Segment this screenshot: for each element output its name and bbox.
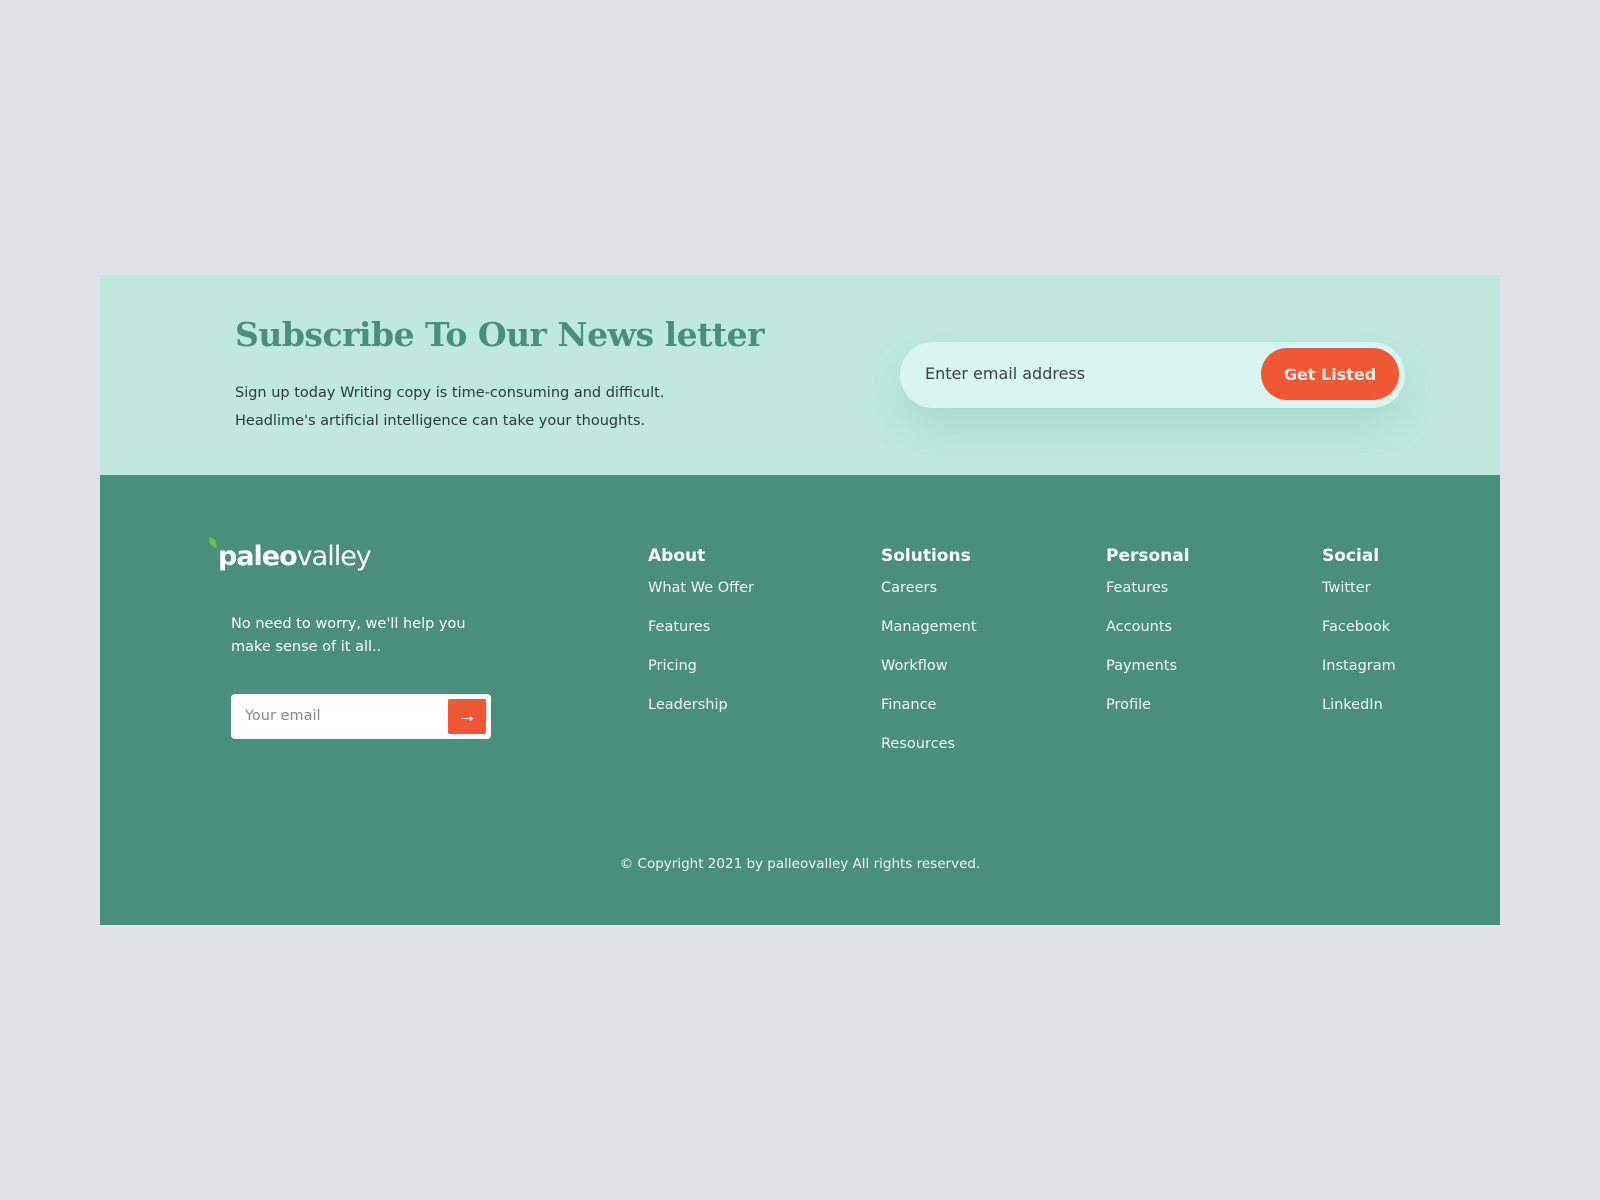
- footer-link[interactable]: Instagram: [1322, 658, 1396, 697]
- column-heading: Personal: [1106, 546, 1190, 566]
- logo-bold: paleo: [218, 541, 298, 572]
- get-listed-button[interactable]: Get Listed: [1261, 348, 1399, 400]
- logo[interactable]: paleovalley: [206, 536, 372, 572]
- logo-light: valley: [296, 541, 372, 572]
- footer-link[interactable]: Leadership: [648, 697, 754, 736]
- footer-column-solutions: Solutions Careers Management Workflow Financ…: [881, 546, 977, 775]
- column-heading: About: [648, 546, 706, 566]
- footer-link[interactable]: Resources: [881, 736, 977, 775]
- footer-column-personal: Personal Features Accounts Payments Profile: [1106, 546, 1190, 736]
- footer-link[interactable]: Features: [1106, 580, 1190, 619]
- newsletter-description: Sign up today Writing copy is time-consu…: [235, 379, 664, 435]
- footer-link[interactable]: Careers: [881, 580, 977, 619]
- footer-column-about: About What We Offer Features Pricing Leaders…: [648, 546, 754, 736]
- footer-link[interactable]: Finance: [881, 697, 977, 736]
- footer-link[interactable]: Profile: [1106, 697, 1190, 736]
- footer-link[interactable]: What We Offer: [648, 580, 754, 619]
- submit-email-button[interactable]: →: [448, 699, 486, 734]
- copyright: © Copyright 2021 by palleovalley All rig…: [619, 856, 981, 872]
- newsletter-email-input[interactable]: Enter email address: [925, 364, 1085, 383]
- description-line: Headlime's artificial intelligence can t…: [235, 413, 646, 429]
- newsletter-form: Enter email address Get Listed: [900, 342, 1405, 408]
- footer: paleovalley No need to worry, we'll help…: [100, 475, 1500, 925]
- footer-column-social: Social Twitter Facebook Instagram LinkedIn: [1322, 546, 1396, 736]
- footer-link[interactable]: Twitter: [1322, 580, 1396, 619]
- footer-link[interactable]: Payments: [1106, 658, 1190, 697]
- footer-email-input[interactable]: Your email: [245, 708, 321, 724]
- footer-link[interactable]: Facebook: [1322, 619, 1396, 658]
- footer-link[interactable]: Features: [648, 619, 754, 658]
- footer-link[interactable]: Workflow: [881, 658, 977, 697]
- footer-link[interactable]: Accounts: [1106, 619, 1190, 658]
- column-heading: Solutions: [881, 546, 971, 566]
- newsletter-title: Subscribe To Our News letter: [235, 315, 764, 354]
- column-heading: Social: [1322, 546, 1380, 566]
- newsletter-section: Subscribe To Our News letter Sign up tod…: [100, 275, 1500, 475]
- description-line: Sign up today Writing copy is time-consu…: [235, 385, 665, 401]
- footer-link[interactable]: Pricing: [648, 658, 754, 697]
- arrow-right-icon: →: [457, 705, 477, 727]
- footer-link[interactable]: LinkedIn: [1322, 697, 1396, 736]
- footer-tagline: No need to worry, we'll help you make se…: [231, 616, 466, 655]
- footer-email-form: Your email →: [231, 694, 491, 739]
- footer-link[interactable]: Management: [881, 619, 977, 658]
